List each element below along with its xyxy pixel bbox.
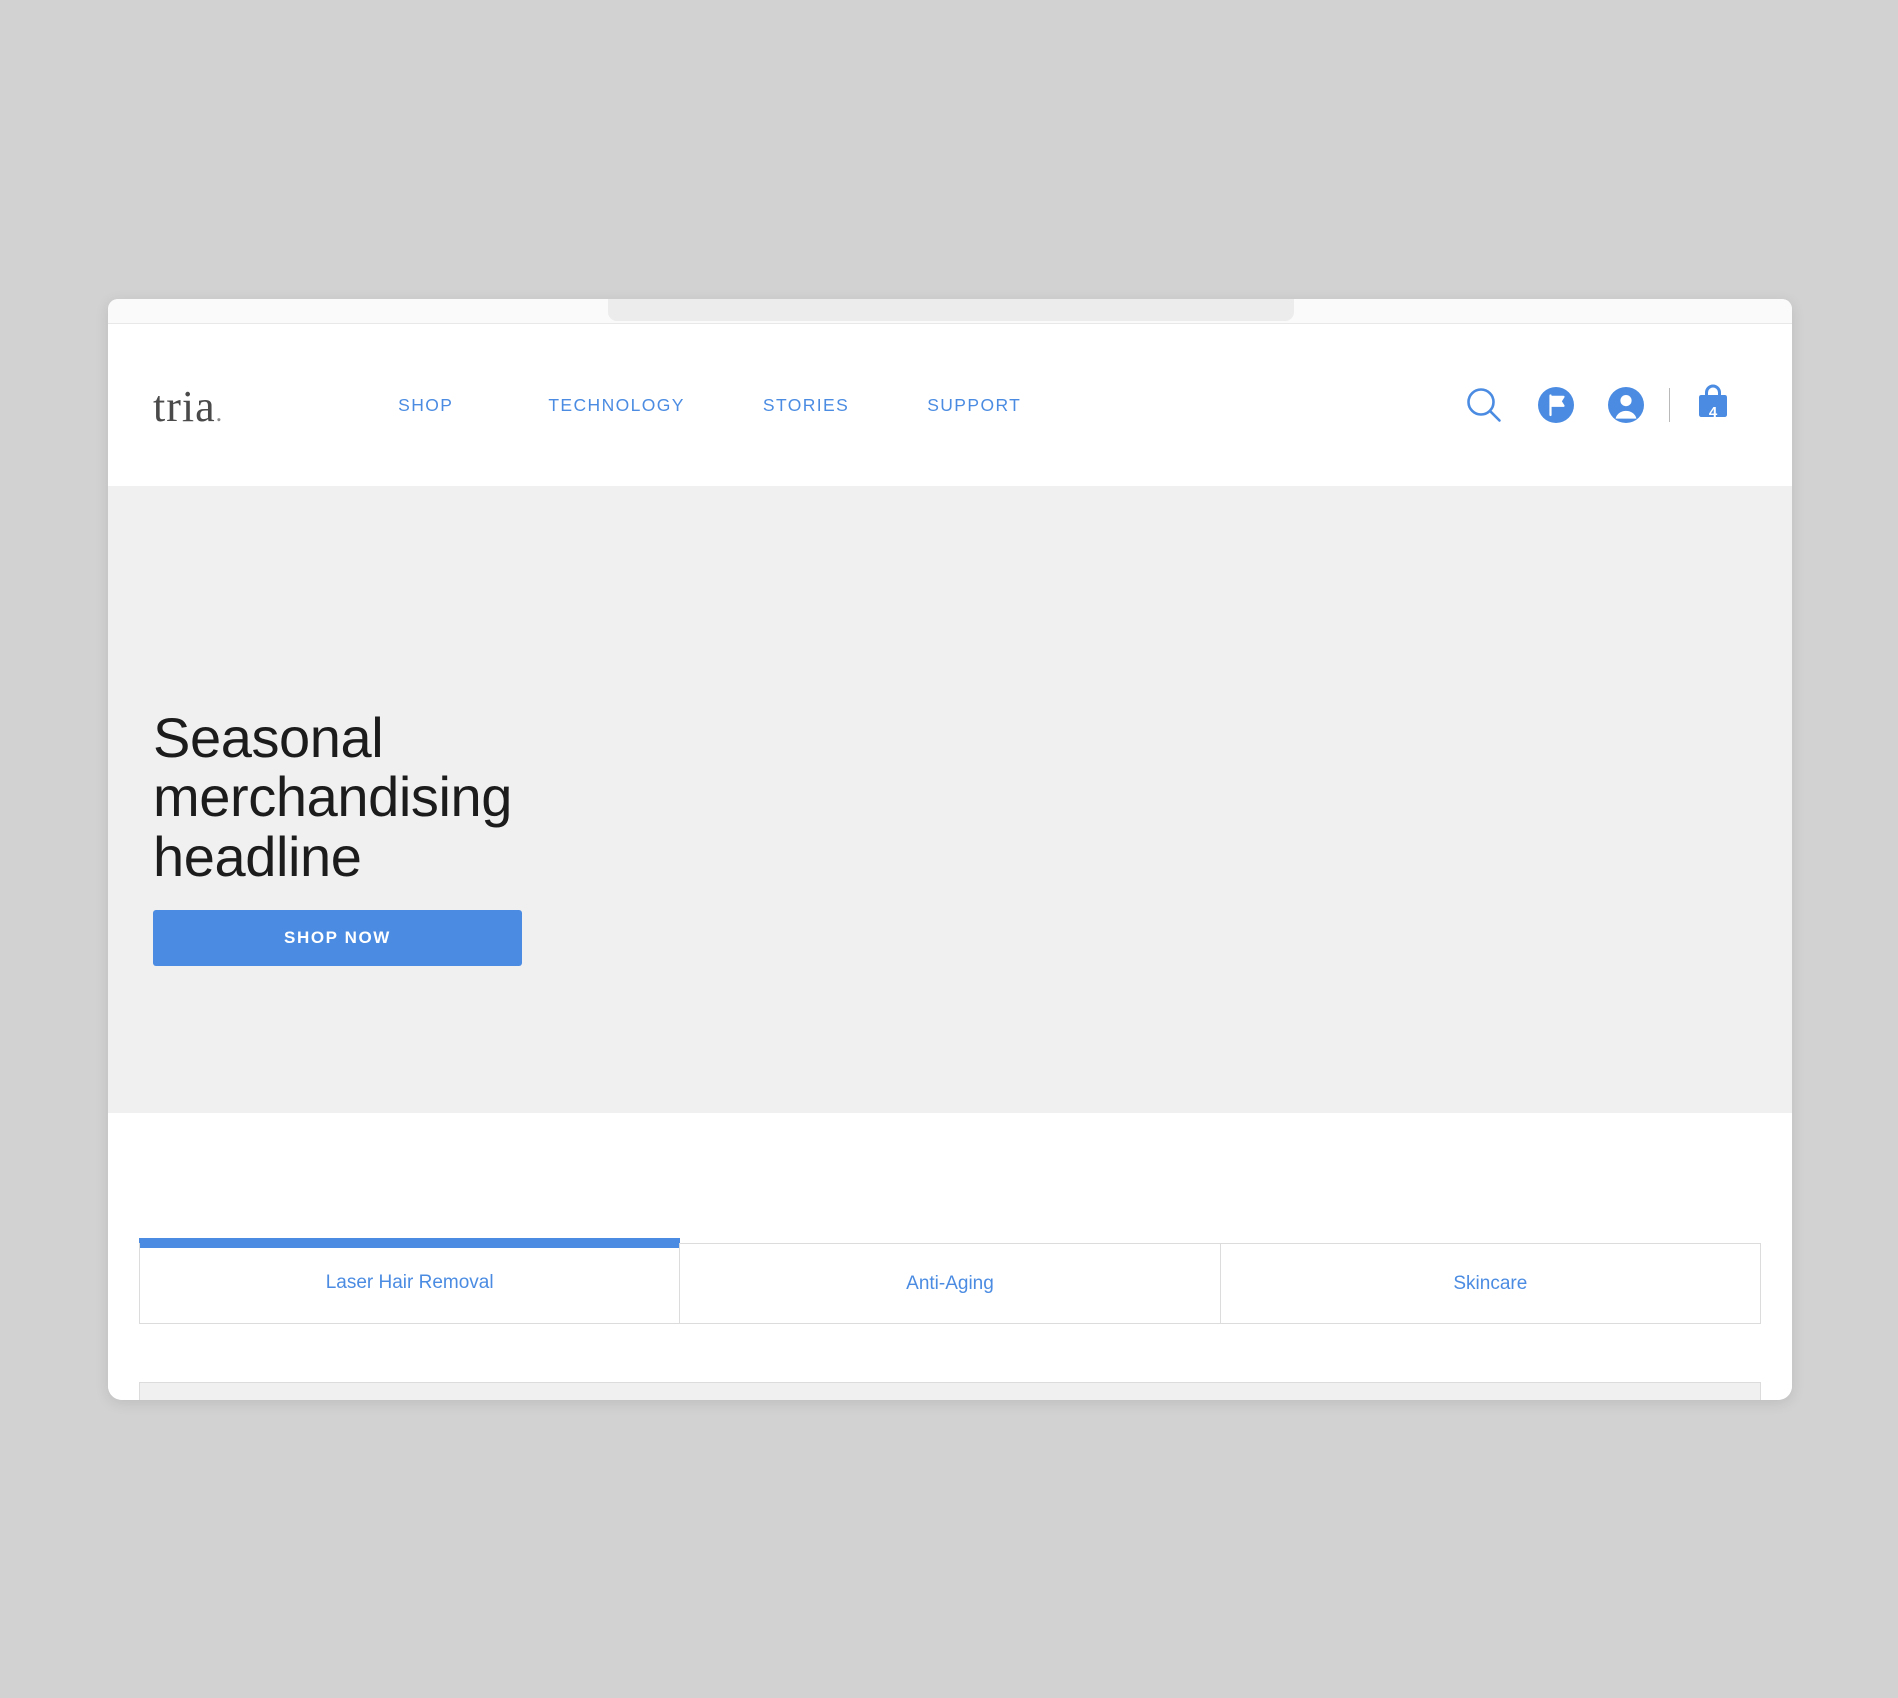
logo-text: tria (153, 382, 216, 431)
nav-item-technology[interactable]: TECHNOLOGY (548, 395, 685, 416)
tab-laser-hair-removal[interactable]: Laser Hair Removal (139, 1238, 681, 1324)
browser-chrome-bar (108, 299, 1792, 324)
shop-now-button[interactable]: SHOP NOW (153, 910, 522, 966)
shopping-bag-icon[interactable]: 4 (1692, 383, 1734, 427)
main-navigation: SHOP TECHNOLOGY STORIES SUPPORT (398, 395, 1021, 416)
browser-tab[interactable] (608, 299, 1294, 321)
hero-headline: Seasonal merchandising headline (153, 708, 512, 886)
tab-anti-aging[interactable]: Anti-Aging (680, 1243, 1221, 1324)
header-actions: 4 (1461, 382, 1752, 428)
promo-banner: 3 promotions are about to expire. Enter … (139, 1382, 1761, 1400)
tab-skincare[interactable]: Skincare (1220, 1243, 1761, 1324)
headline-line-1: Seasonal (153, 706, 384, 769)
site-header: tria. SHOP TECHNOLOGY STORIES SUPPORT 4 (108, 324, 1792, 486)
nav-item-shop[interactable]: SHOP (398, 395, 453, 416)
web-page: tria. SHOP TECHNOLOGY STORIES SUPPORT 4 … (108, 324, 1792, 1400)
nav-item-support[interactable]: SUPPORT (927, 395, 1021, 416)
search-icon[interactable] (1461, 382, 1507, 428)
category-tabs: Laser Hair Removal Anti-Aging Skincare (139, 1238, 1761, 1324)
nav-item-stories[interactable]: STORIES (763, 395, 849, 416)
headline-line-3: headline (153, 824, 362, 888)
header-divider (1669, 388, 1670, 422)
logo-dot: . (215, 398, 224, 427)
flag-circle-icon[interactable] (1535, 384, 1577, 426)
account-circle-icon[interactable] (1605, 384, 1647, 426)
site-logo[interactable]: tria. (153, 381, 223, 429)
hero-section: Seasonal merchandising headline SHOP NOW (108, 486, 1792, 1113)
headline-line-2: merchandising (153, 765, 512, 829)
browser-window: tria. SHOP TECHNOLOGY STORIES SUPPORT 4 … (108, 299, 1792, 1400)
